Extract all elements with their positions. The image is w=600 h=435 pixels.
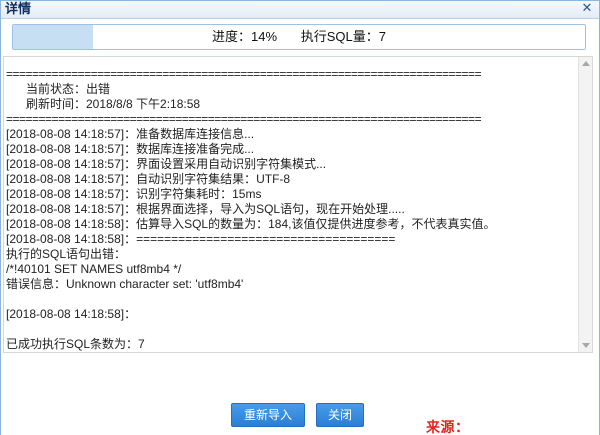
log-line: /*!40101 SET NAMES utf8mb4 */ [6, 262, 182, 276]
log-line: [2018-08-08 14:18:57]：界面设置采用自动识别字符集模式... [6, 157, 327, 171]
close-icon[interactable]: ✕ [581, 1, 593, 17]
scroll-up-icon[interactable] [582, 61, 590, 66]
log-line: [2018-08-08 14:18:58]：估算导入SQL的数量为：184,该值… [6, 217, 496, 231]
sql-count: 执行SQL量：7 [300, 29, 386, 44]
log-line: [2018-08-08 14:18:57]：自动识别字符集结果：UTF-8 [6, 172, 291, 186]
progress-percent: 进度：14% [212, 29, 278, 44]
log-line: [2018-08-08 14:18:57]：数据库连接准备完成... [6, 142, 255, 156]
reimport-button[interactable]: 重新导入 [231, 403, 305, 427]
dialog-title: 详情 [5, 2, 32, 17]
log-line: ========================================… [6, 112, 482, 126]
progress-bar: 进度：14% 执行SQL量：7 [12, 24, 586, 50]
log-line: 刷新时间：2018/8/8 下午2:18:58 [6, 97, 201, 111]
log-scrollbar[interactable] [578, 57, 592, 352]
log-line: 已成功执行SQL条数为：7 [6, 337, 145, 351]
log-line: 当前状态：出错 [6, 82, 111, 96]
details-dialog: 详情 ✕ 进度：14% 执行SQL量：7 ===================… [0, 0, 600, 435]
source-watermark: 来源：www.aiyiliu.com [426, 420, 470, 435]
log-line: ========================================… [6, 67, 482, 81]
close-button[interactable]: 关闭 [316, 403, 364, 427]
log-line: 错误信息：Unknown character set: 'utf8mb4' [6, 277, 244, 291]
scroll-down-icon[interactable] [582, 343, 590, 348]
dialog-titlebar[interactable]: 详情 ✕ [1, 1, 599, 19]
log-line: [2018-08-08 14:18:57]：识别字符集耗时：15ms [6, 187, 262, 201]
log-panel: ========================================… [3, 56, 593, 353]
log-text[interactable]: ========================================… [4, 57, 579, 352]
log-line: [2018-08-08 14:18:58]： [6, 307, 137, 321]
log-line: [2018-08-08 14:18:57]：准备数据库连接信息... [6, 127, 255, 141]
progress-text: 进度：14% 执行SQL量：7 [13, 25, 585, 49]
log-line: [2018-08-08 14:18:57]：根据界面选择，导入为SQL语句，现在… [6, 202, 405, 216]
log-line: [2018-08-08 14:18:58]：==================… [6, 232, 396, 246]
log-line: 执行的SQL语句出错： [6, 247, 127, 261]
